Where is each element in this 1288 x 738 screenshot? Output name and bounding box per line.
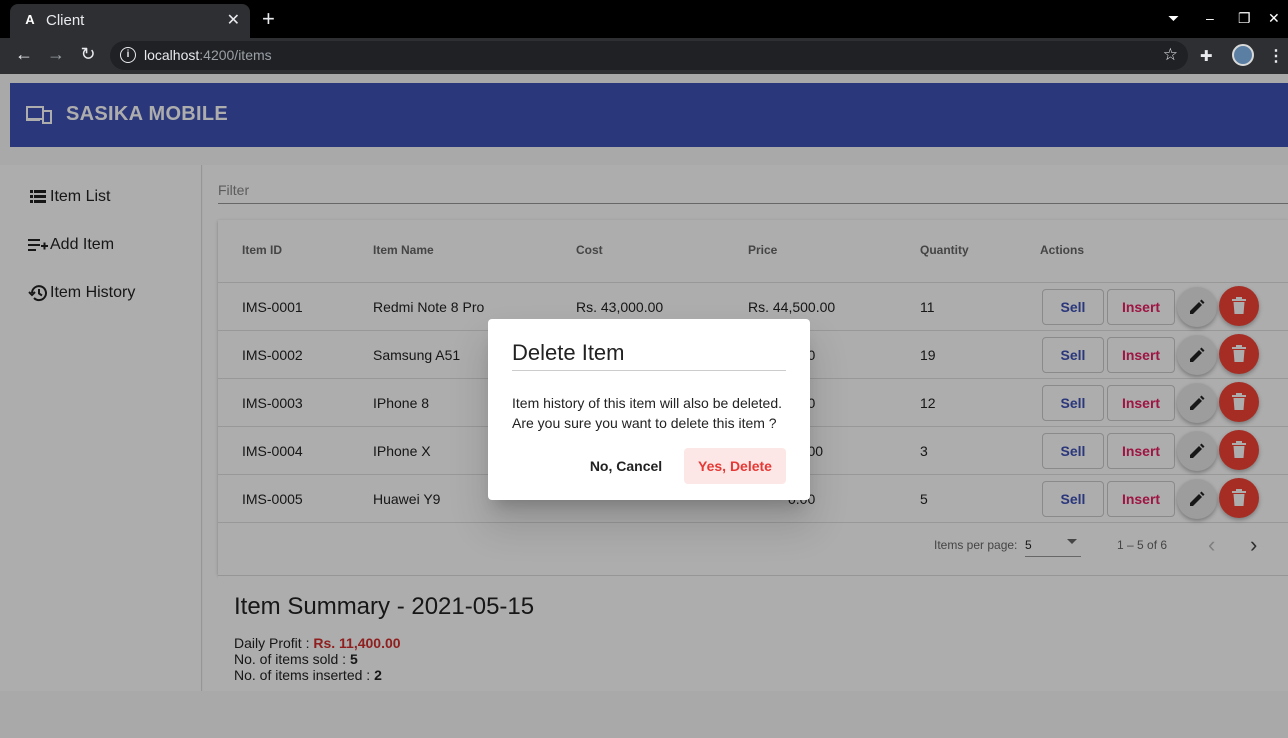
url-text: localhost:4200/items xyxy=(144,47,272,63)
tab-close-icon[interactable]: ✕ xyxy=(227,10,240,30)
angular-icon: A xyxy=(25,12,35,27)
dialog-message-line-1: Item history of this item will also be d… xyxy=(512,395,783,411)
cancel-button[interactable]: No, Cancel xyxy=(584,448,668,484)
delete-item-dialog: Delete Item Item history of this item wi… xyxy=(488,319,810,500)
confirm-delete-button[interactable]: Yes, Delete xyxy=(684,448,786,484)
forward-icon[interactable]: → xyxy=(44,44,68,65)
site-info-icon[interactable]: i xyxy=(120,47,136,63)
new-tab-icon[interactable]: + xyxy=(262,8,275,30)
back-icon[interactable]: ← xyxy=(12,44,36,65)
url-host: localhost xyxy=(144,47,200,63)
minimize-icon[interactable]: – xyxy=(1206,10,1214,26)
profile-avatar[interactable] xyxy=(1232,44,1254,66)
tab-search-icon[interactable]: ⏷ xyxy=(1168,10,1179,27)
dialog-message: Item history of this item will also be d… xyxy=(512,393,782,433)
tab-title: Client xyxy=(46,12,85,29)
bookmark-star-icon[interactable]: ☆ xyxy=(1163,45,1178,65)
extensions-icon[interactable]: ✚ xyxy=(1200,47,1213,65)
browser-menu-icon[interactable]: ⋮ xyxy=(1268,46,1284,66)
url-path: :4200/items xyxy=(199,47,272,63)
maximize-icon[interactable]: ❐ xyxy=(1238,10,1251,27)
window-close-icon[interactable]: ✕ xyxy=(1268,10,1280,27)
dialog-title: Delete Item xyxy=(512,340,625,365)
browser-tab[interactable]: A Client ✕ xyxy=(10,4,250,38)
address-bar[interactable]: i localhost:4200/items ☆ xyxy=(110,41,1188,70)
dialog-divider xyxy=(512,370,786,371)
dialog-message-line-2: Are you sure you want to delete this ite… xyxy=(512,415,777,431)
browser-toolbar: ← → ↻ i localhost:4200/items ☆ ✚ ⋮ xyxy=(0,38,1288,74)
browser-tabbar: A Client ✕ + ⏷ – ❐ ✕ xyxy=(0,0,1288,38)
reload-icon[interactable]: ↻ xyxy=(76,44,100,65)
